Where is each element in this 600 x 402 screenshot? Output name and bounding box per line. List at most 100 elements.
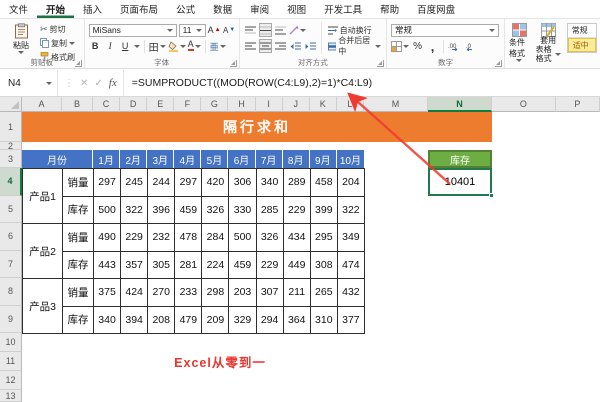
name-box[interactable]: N4 [0, 70, 58, 96]
result-label-cell[interactable]: 库存 [428, 150, 492, 168]
cell-style-neutral[interactable]: 适中 [567, 38, 596, 52]
row-type-cell[interactable]: 库存 [62, 250, 94, 279]
value-cell[interactable]: 478 [174, 223, 203, 252]
alignment-dialog-launcher[interactable] [377, 60, 385, 67]
clipboard-dialog-launcher[interactable] [74, 60, 82, 67]
month-cell-2月[interactable]: 2月 [120, 150, 148, 168]
row-header-5[interactable]: 5 [0, 195, 22, 223]
value-cell[interactable]: 244 [147, 168, 176, 197]
font-dialog-launcher[interactable] [229, 60, 237, 67]
value-cell[interactable]: 284 [201, 223, 230, 252]
tab-开始[interactable]: 开始 [37, 0, 74, 18]
row-type-cell[interactable]: 库存 [62, 195, 94, 224]
value-cell[interactable]: 479 [174, 305, 203, 334]
row-header-7[interactable]: 7 [0, 250, 22, 278]
value-cell[interactable]: 396 [147, 195, 176, 224]
row-type-cell[interactable]: 销量 [62, 223, 94, 252]
tab-数据[interactable]: 数据 [204, 0, 241, 18]
align-left-button[interactable] [244, 39, 257, 53]
row-header-4[interactable]: 4 [0, 168, 22, 196]
row-header-9[interactable]: 9 [0, 305, 22, 333]
value-cell[interactable]: 432 [336, 278, 365, 307]
column-header-H[interactable]: H [228, 97, 256, 112]
value-cell[interactable]: 308 [309, 250, 338, 279]
row-type-cell[interactable]: 库存 [62, 305, 94, 334]
value-cell[interactable]: 474 [336, 250, 365, 279]
row-type-cell[interactable]: 销量 [62, 168, 94, 197]
number-dialog-launcher[interactable] [495, 60, 502, 67]
tab-审阅[interactable]: 审阅 [241, 0, 278, 18]
tab-插入[interactable]: 插入 [74, 0, 111, 18]
column-header-D[interactable]: D [120, 97, 148, 112]
percent-style-button[interactable]: % [411, 39, 424, 53]
value-cell[interactable]: 329 [228, 305, 257, 334]
font-name-combo[interactable]: MiSans [88, 23, 177, 37]
month-cell-3月[interactable]: 3月 [147, 150, 175, 168]
column-header-N[interactable]: N [427, 97, 492, 112]
month-cell-6月[interactable]: 6月 [228, 150, 256, 168]
row-header-8[interactable]: 8 [0, 278, 22, 306]
value-cell[interactable]: 490 [92, 223, 122, 252]
tab-公式[interactable]: 公式 [167, 0, 204, 18]
cut-button[interactable]: ✂ 剪切 [38, 22, 77, 36]
row-header-10[interactable]: 10 [0, 333, 22, 352]
value-cell[interactable]: 459 [228, 250, 257, 279]
value-cell[interactable]: 364 [282, 305, 311, 334]
shrink-font-button[interactable]: A ▼ [223, 23, 236, 37]
name-box-resize-handle[interactable]: ⋮ [64, 78, 74, 89]
copy-button[interactable]: 复制 [38, 36, 77, 50]
insert-function-icon[interactable]: fx [109, 77, 117, 89]
month-cell-4月[interactable]: 4月 [174, 150, 202, 168]
value-cell[interactable]: 443 [92, 250, 122, 279]
grow-font-button[interactable]: A ▲ [208, 23, 221, 37]
row-header-3[interactable]: 3 [0, 150, 22, 168]
value-cell[interactable]: 270 [147, 278, 176, 307]
column-header-F[interactable]: F [174, 97, 202, 112]
tab-帮助[interactable]: 帮助 [371, 0, 408, 18]
cancel-icon[interactable]: ✕ [80, 78, 88, 89]
accounting-format-button[interactable] [391, 39, 410, 53]
value-cell[interactable]: 449 [282, 250, 311, 279]
value-cell[interactable]: 500 [92, 195, 122, 224]
value-cell[interactable]: 209 [201, 305, 230, 334]
month-header-label[interactable]: 月份 [22, 150, 93, 168]
month-cell-5月[interactable]: 5月 [201, 150, 229, 168]
title-banner-cell[interactable]: 隔行求和 [22, 112, 492, 142]
font-size-combo[interactable]: 11 [178, 23, 206, 37]
value-cell[interactable]: 305 [147, 250, 176, 279]
merge-center-button[interactable]: 合并后居中 [326, 36, 383, 56]
value-cell[interactable]: 340 [92, 305, 122, 334]
value-cell[interactable]: 208 [147, 305, 176, 334]
value-cell[interactable]: 326 [255, 223, 284, 252]
tab-开发工具[interactable]: 开发工具 [315, 0, 371, 18]
row-header-11[interactable]: 11 [0, 352, 22, 371]
fill-handle[interactable] [488, 192, 494, 198]
enter-icon[interactable]: ✓ [94, 78, 102, 89]
row-header-1[interactable]: 1 [0, 112, 22, 142]
decrease-decimal-button[interactable]: .0 [463, 39, 476, 53]
fill-color-button[interactable] [168, 39, 186, 53]
value-cell[interactable]: 265 [309, 278, 338, 307]
tab-页面布局[interactable]: 页面布局 [111, 0, 167, 18]
align-top-button[interactable] [244, 23, 257, 37]
column-header-J[interactable]: J [282, 97, 310, 112]
italic-button[interactable]: I [104, 39, 117, 53]
increase-indent-button[interactable] [304, 39, 317, 53]
select-all-corner[interactable] [0, 97, 22, 112]
align-right-button[interactable] [274, 39, 287, 53]
value-cell[interactable]: 322 [336, 195, 365, 224]
product-name-cell[interactable]: 产品3 [22, 278, 63, 334]
selected-cell-n4[interactable]: 10401 [428, 168, 492, 196]
value-cell[interactable]: 203 [228, 278, 257, 307]
column-header-C[interactable]: C [93, 97, 121, 112]
comma-style-button[interactable]: , [426, 39, 439, 54]
bold-button[interactable]: B [89, 39, 102, 53]
value-cell[interactable]: 394 [120, 305, 149, 334]
column-header-E[interactable]: E [147, 97, 175, 112]
phonetic-guide-button[interactable]: 亜 [210, 39, 226, 53]
value-cell[interactable]: 204 [336, 168, 365, 197]
value-cell[interactable]: 322 [120, 195, 149, 224]
conditional-format-button[interactable]: 条件格式 [509, 23, 530, 62]
number-format-combo[interactable]: 常规 [391, 23, 500, 37]
column-header-I[interactable]: I [255, 97, 283, 112]
